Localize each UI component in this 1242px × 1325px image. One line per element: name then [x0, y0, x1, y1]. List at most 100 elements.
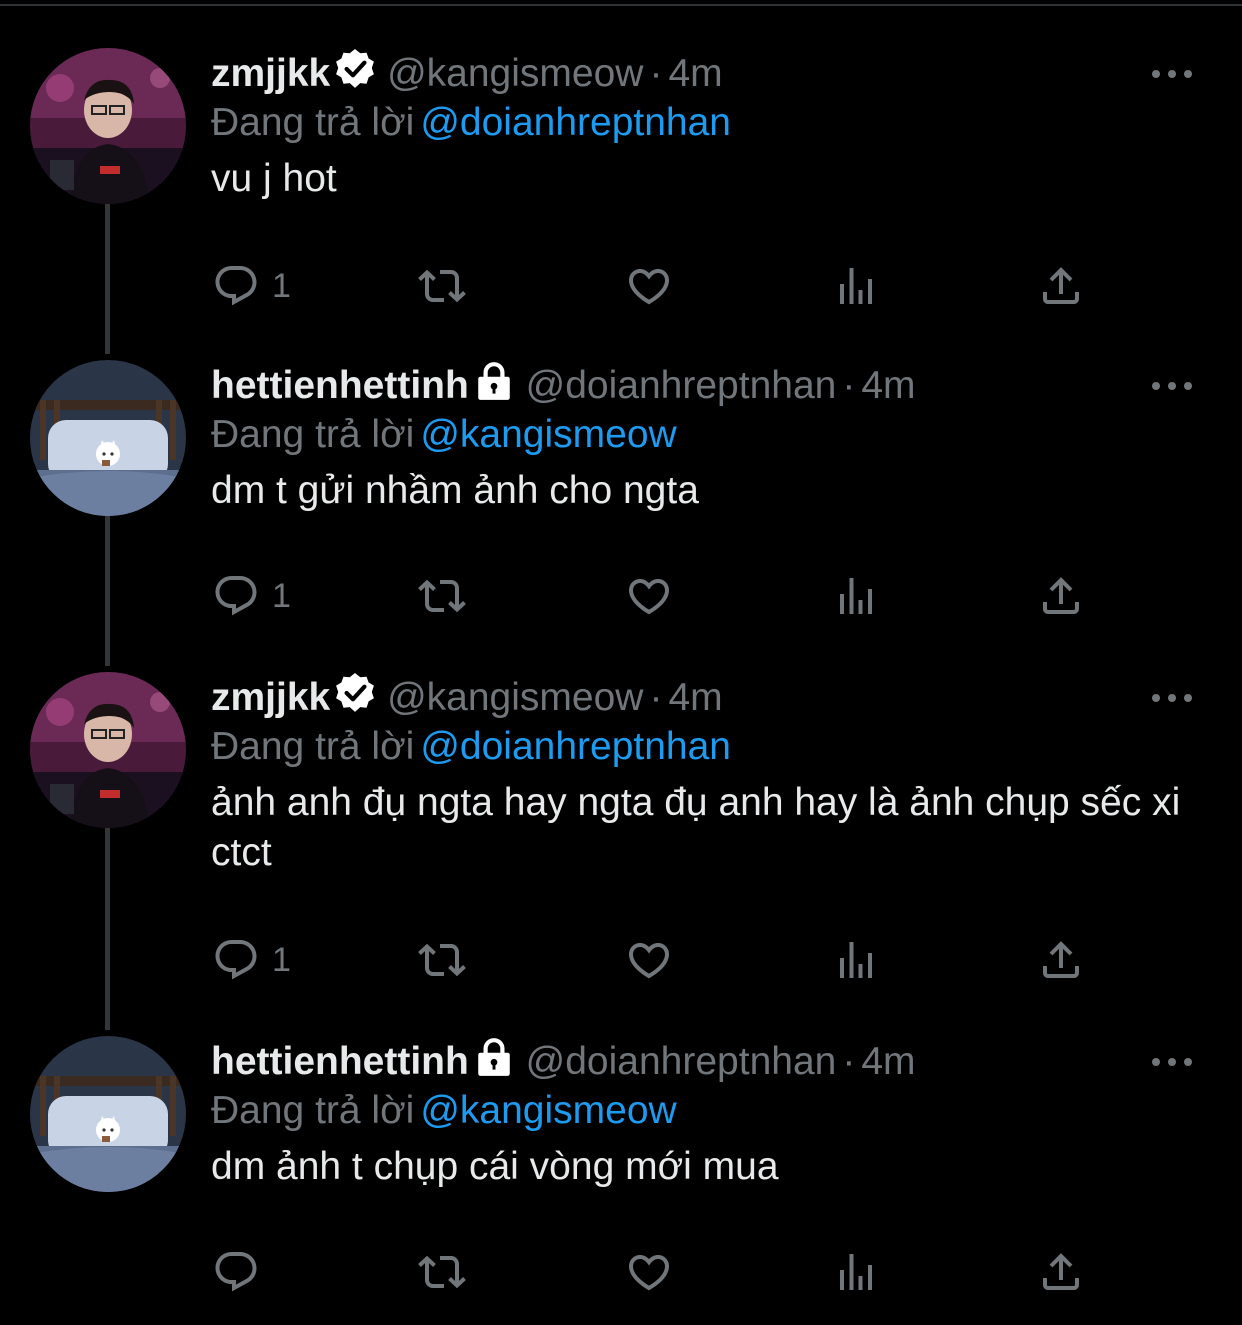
- views-button[interactable]: [832, 568, 880, 624]
- separator-dot: ·: [649, 52, 663, 95]
- tweet-actions: 1: [212, 258, 1092, 314]
- mention-link[interactable]: @doianhreptnhan: [420, 725, 731, 768]
- views-button[interactable]: [832, 932, 880, 988]
- display-name[interactable]: hettienhettinh: [211, 364, 469, 407]
- share-button[interactable]: [1037, 1244, 1085, 1300]
- separator-dot: ·: [842, 364, 856, 407]
- thread-connector: [105, 204, 110, 354]
- like-button[interactable]: [625, 568, 673, 624]
- avatar[interactable]: [30, 1036, 186, 1192]
- tweet-header: zmjjkk @kangismeow · 4m: [211, 672, 1202, 722]
- replying-to: Đang trả lời @kangismeow: [211, 410, 1202, 460]
- views-icon: [832, 262, 880, 310]
- views-icon: [832, 1248, 880, 1296]
- reply-count: 1: [272, 940, 291, 979]
- verified-icon: [334, 48, 376, 90]
- retweet-icon: [418, 262, 466, 310]
- replying-to: Đang trả lời @kangismeow: [211, 1086, 1202, 1136]
- tweet-text: vu j hot: [211, 157, 337, 200]
- share-icon: [1037, 1248, 1085, 1296]
- tweet-content: hettienhettinh @doianhreptnhan · 4m Đang t…: [211, 1036, 1202, 1192]
- separator-dot: ·: [649, 676, 663, 719]
- reply-prefix: Đang trả lời: [211, 1089, 415, 1132]
- share-icon: [1037, 936, 1085, 984]
- display-name[interactable]: hettienhettinh: [211, 1040, 469, 1083]
- timestamp[interactable]: 4m: [861, 1040, 915, 1083]
- tweet-content: zmjjkk @kangismeow · 4m Đang trả lời @doian…: [211, 672, 1202, 878]
- reply-count: 1: [272, 576, 291, 615]
- reply-prefix: Đang trả lời: [211, 413, 415, 456]
- reply-button[interactable]: 1: [212, 932, 291, 988]
- reply-icon: [212, 572, 260, 620]
- tweet-text: dm t gửi nhầm ảnh cho ngta: [211, 469, 699, 512]
- user-handle[interactable]: @doianhreptnhan: [526, 364, 837, 407]
- avatar[interactable]: [30, 672, 186, 828]
- reply-count: 1: [272, 266, 291, 305]
- replying-to: Đang trả lời @doianhreptnhan: [211, 98, 1202, 148]
- tweet-content: zmjjkk @kangismeow · 4m Đang trả lời @doian…: [211, 48, 1202, 204]
- heart-icon: [625, 262, 673, 310]
- more-options-icon[interactable]: [1152, 1052, 1192, 1072]
- tweet-text: ảnh anh đụ ngta hay ngta đụ anh hay là ả…: [211, 781, 1181, 874]
- retweet-button[interactable]: [418, 932, 466, 988]
- lock-icon: [473, 360, 515, 402]
- reply-icon: [212, 262, 260, 310]
- tweet-actions: 1: [212, 932, 1092, 988]
- share-button[interactable]: [1037, 568, 1085, 624]
- separator-dot: ·: [842, 1040, 856, 1083]
- more-options-icon[interactable]: [1152, 376, 1192, 396]
- tweet-header: hettienhettinh @doianhreptnhan · 4m: [211, 360, 1202, 410]
- top-divider: [0, 4, 1242, 6]
- tweet-header: hettienhettinh @doianhreptnhan · 4m: [211, 1036, 1202, 1086]
- display-name[interactable]: zmjjkk: [211, 52, 330, 95]
- more-options-icon[interactable]: [1152, 64, 1192, 84]
- user-handle[interactable]: @kangismeow: [387, 52, 643, 95]
- retweet-icon: [418, 572, 466, 620]
- heart-icon: [625, 936, 673, 984]
- timestamp[interactable]: 4m: [668, 676, 722, 719]
- verified-icon: [334, 672, 376, 714]
- retweet-button[interactable]: [418, 258, 466, 314]
- retweet-button[interactable]: [418, 568, 466, 624]
- reply-icon: [212, 936, 260, 984]
- like-button[interactable]: [625, 1244, 673, 1300]
- like-button[interactable]: [625, 932, 673, 988]
- share-icon: [1037, 262, 1085, 310]
- retweet-button[interactable]: [418, 1244, 466, 1300]
- heart-icon: [625, 572, 673, 620]
- share-icon: [1037, 572, 1085, 620]
- timestamp[interactable]: 4m: [668, 52, 722, 95]
- views-icon: [832, 936, 880, 984]
- timestamp[interactable]: 4m: [861, 364, 915, 407]
- display-name[interactable]: zmjjkk: [211, 676, 330, 719]
- thread-connector: [105, 516, 110, 666]
- replying-to: Đang trả lời @doianhreptnhan: [211, 722, 1202, 772]
- like-button[interactable]: [625, 258, 673, 314]
- avatar[interactable]: [30, 48, 186, 204]
- user-handle[interactable]: @kangismeow: [387, 676, 643, 719]
- tweet-actions: 1: [212, 568, 1092, 624]
- reply-prefix: Đang trả lời: [211, 101, 415, 144]
- lock-icon: [473, 1036, 515, 1078]
- tweet-content: hettienhettinh @doianhreptnhan · 4m Đang t…: [211, 360, 1202, 516]
- avatar[interactable]: [30, 360, 186, 516]
- tweet-text: dm ảnh t chụp cái vòng mới mua: [211, 1145, 779, 1188]
- heart-icon: [625, 1248, 673, 1296]
- share-button[interactable]: [1037, 258, 1085, 314]
- tweet-header: zmjjkk @kangismeow · 4m: [211, 48, 1202, 98]
- views-icon: [832, 572, 880, 620]
- reply-button[interactable]: 1: [212, 568, 291, 624]
- retweet-icon: [418, 936, 466, 984]
- reply-button[interactable]: [212, 1244, 272, 1300]
- user-handle[interactable]: @doianhreptnhan: [526, 1040, 837, 1083]
- views-button[interactable]: [832, 258, 880, 314]
- views-button[interactable]: [832, 1244, 880, 1300]
- mention-link[interactable]: @doianhreptnhan: [420, 101, 731, 144]
- mention-link[interactable]: @kangismeow: [420, 1089, 676, 1132]
- share-button[interactable]: [1037, 932, 1085, 988]
- mention-link[interactable]: @kangismeow: [420, 413, 676, 456]
- more-options-icon[interactable]: [1152, 688, 1192, 708]
- thread-connector: [105, 828, 110, 1030]
- reply-button[interactable]: 1: [212, 258, 291, 314]
- retweet-icon: [418, 1248, 466, 1296]
